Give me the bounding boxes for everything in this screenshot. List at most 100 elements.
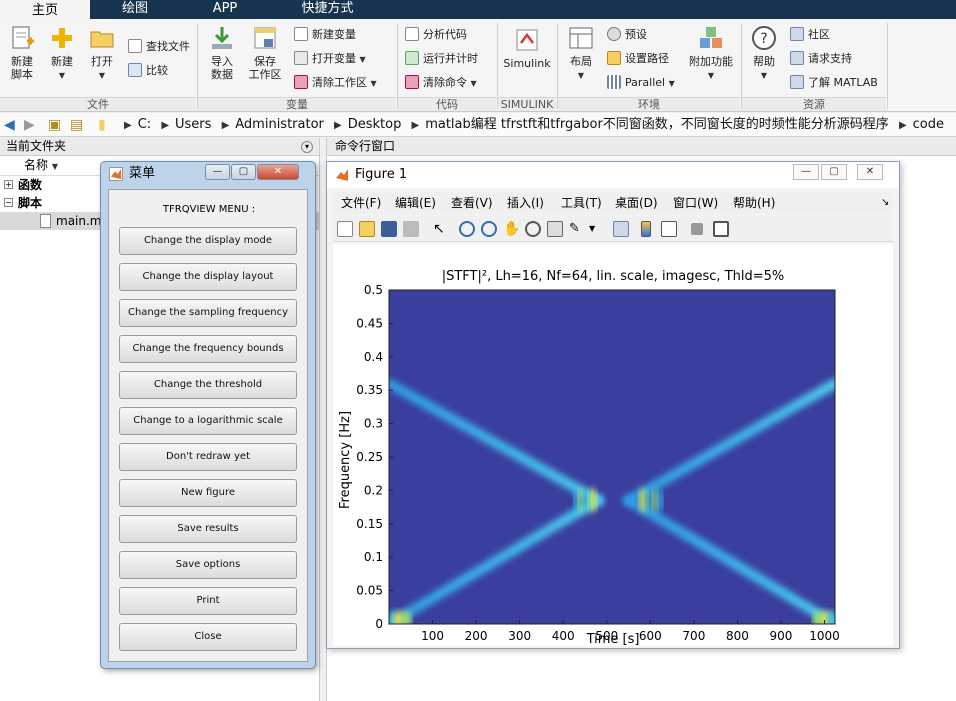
learn-matlab-link[interactable]: 了解 MATLAB [790, 75, 878, 90]
menu-button-save-options[interactable]: Save options [119, 551, 297, 579]
close-button[interactable]: ✕ [857, 164, 883, 180]
new-variable-button[interactable]: 新建变量 [294, 27, 356, 42]
menu-button-print[interactable]: Print [119, 587, 297, 615]
menu-button-threshold[interactable]: Change the threshold [119, 371, 297, 399]
legend-icon[interactable] [661, 221, 677, 237]
forward-icon[interactable]: ▶ [24, 117, 35, 133]
clear-commands-button[interactable]: 清除命令 ▼ [405, 75, 477, 91]
browse-folder-icon[interactable]: ▤ [70, 117, 83, 133]
menu-view[interactable]: 查看(V) [451, 192, 493, 214]
crumb-drive[interactable]: C: [138, 117, 151, 132]
run-and-time-button[interactable]: 运行并计时 [405, 51, 478, 66]
menu-button-sampling-frequency[interactable]: Change the sampling frequency [119, 299, 297, 327]
panel-menu-icon[interactable]: ▾ [301, 141, 313, 153]
request-support-link[interactable]: 请求支持 [790, 51, 852, 66]
menu-button-frequency-bounds[interactable]: Change the frequency bounds [119, 335, 297, 363]
compare-label: 比较 [146, 64, 168, 77]
compare-button[interactable]: 比较 [128, 63, 168, 78]
new-script-button[interactable]: 新建 脚本 [6, 25, 38, 81]
menu-tools[interactable]: 工具(T) [561, 192, 602, 214]
menu-titlebar[interactable]: 菜单 — ▢ ✕ [101, 162, 315, 186]
brush-dropdown-icon[interactable]: ▼ [589, 221, 605, 237]
link-plot-icon[interactable] [613, 221, 629, 237]
breadcrumb[interactable]: ▶ C: ▶ Users ▶ Administrator ▶ Desktop ▶ matl… [118, 116, 944, 135]
tab-shortcuts[interactable]: 快捷方式 [270, 0, 385, 19]
pan-hand-icon[interactable]: ✋ [503, 221, 520, 237]
show-tools-icon[interactable] [713, 221, 729, 237]
menu-button-log-scale[interactable]: Change to a logarithmic scale [119, 407, 297, 435]
crumb-desktop[interactable]: Desktop [348, 117, 402, 132]
save-icon[interactable] [381, 221, 397, 237]
up-folder-icon[interactable]: ▣ [48, 117, 61, 133]
fringe-1 [578, 488, 584, 513]
maximize-button[interactable]: ▢ [821, 164, 847, 180]
crumb-project[interactable]: matlab编程 tfrstft和tfrgabor不同窗函数，不同窗长度的时频性… [425, 117, 889, 132]
brush-icon[interactable]: ✎ [569, 221, 585, 237]
new-figure-icon[interactable] [337, 221, 353, 237]
menu-button-dont-redraw[interactable]: Don't redraw yet [119, 443, 297, 471]
menu-button-display-layout[interactable]: Change the display layout [119, 263, 297, 291]
preferences-button[interactable]: 预设 [607, 27, 647, 42]
menu-edit[interactable]: 编辑(E) [395, 192, 436, 214]
crumb-code[interactable]: code [913, 117, 944, 132]
preferences-label: 预设 [625, 28, 647, 41]
add-ons-button[interactable]: 附加功能 ▼ [688, 25, 734, 82]
clear-workspace-button[interactable]: 清除工作区 ▼ [294, 75, 377, 91]
open-file-icon[interactable] [359, 221, 375, 237]
rotate-icon[interactable] [525, 221, 541, 237]
help-button[interactable]: ? 帮助 ▼ [748, 25, 780, 82]
menu-help[interactable]: 帮助(H) [733, 192, 775, 214]
minimize-button[interactable]: — [793, 164, 819, 180]
print-icon[interactable] [403, 221, 419, 237]
community-link[interactable]: 社区 [790, 27, 830, 42]
menu-desktop[interactable]: 桌面(D) [615, 192, 658, 214]
menu-button-close[interactable]: Close [119, 623, 297, 651]
crumb-user[interactable]: Administrator [235, 117, 324, 132]
open-button[interactable]: 打开 ▼ [86, 25, 118, 82]
group-label-file: 文件 [0, 97, 196, 111]
layout-button[interactable]: 布局 ▼ [564, 25, 598, 82]
find-files-button[interactable]: 查找文件 [128, 39, 190, 54]
minimize-button[interactable]: — [205, 164, 230, 180]
back-icon[interactable]: ◀ [4, 117, 15, 133]
group-label-resources: 资源 [742, 97, 886, 111]
zoom-out-icon[interactable] [481, 221, 497, 237]
colorbar-icon[interactable] [641, 221, 651, 237]
expand-icon[interactable]: + [4, 180, 13, 189]
x-tick-label-9: 1000 [809, 629, 840, 643]
collapse-icon[interactable]: − [4, 198, 13, 207]
import-data-button[interactable]: 导入 数据 [204, 25, 240, 81]
maximize-button[interactable]: ▢ [231, 164, 256, 180]
save-workspace-button[interactable]: 保存 工作区 [246, 25, 284, 81]
new-button[interactable]: 新建 ▼ [46, 25, 78, 82]
open-variable-button[interactable]: 打开变量 ▼ [294, 51, 366, 67]
tab-home[interactable]: 主页 [0, 0, 90, 19]
analyze-code-button[interactable]: 分析代码 [405, 27, 467, 42]
close-button[interactable]: ✕ [257, 164, 299, 180]
tab-apps[interactable]: APP [180, 0, 270, 19]
tab-plots[interactable]: 绘图 [90, 0, 180, 19]
pointer-icon[interactable]: ↖ [433, 221, 449, 237]
crumb-users[interactable]: Users [175, 117, 211, 132]
menu-dock-icon[interactable]: ↘ [881, 192, 889, 214]
menu-button-display-mode[interactable]: Change the display mode [119, 227, 297, 255]
x-tick-label-1: 200 [465, 629, 488, 643]
zoom-in-icon[interactable] [459, 221, 475, 237]
hide-tools-icon[interactable] [691, 223, 703, 235]
parallel-button[interactable]: Parallel ▼ [607, 75, 675, 91]
help-icon: ? [752, 26, 776, 50]
simulink-button[interactable]: Simulink [502, 27, 552, 70]
y-tick-label-10: 0.5 [364, 283, 383, 297]
data-cursor-icon[interactable] [547, 221, 563, 237]
menu-button-new-figure[interactable]: New figure [119, 479, 297, 507]
set-path-button[interactable]: 设置路径 [607, 51, 669, 66]
figure-titlebar[interactable]: Figure 1 — ▢ ✕ [327, 162, 899, 188]
menu-file[interactable]: 文件(F) [341, 192, 381, 214]
plot-title: |STFT|², Lh=16, Nf=64, lin. scale, image… [442, 269, 785, 284]
clear-commands-icon [405, 75, 419, 89]
y-tick-label-2: 0.1 [364, 550, 383, 564]
menu-window[interactable]: 窗口(W) [673, 192, 718, 214]
menu-button-save-results[interactable]: Save results [119, 515, 297, 543]
fringe-8 [652, 488, 658, 513]
menu-insert[interactable]: 插入(I) [507, 192, 544, 214]
